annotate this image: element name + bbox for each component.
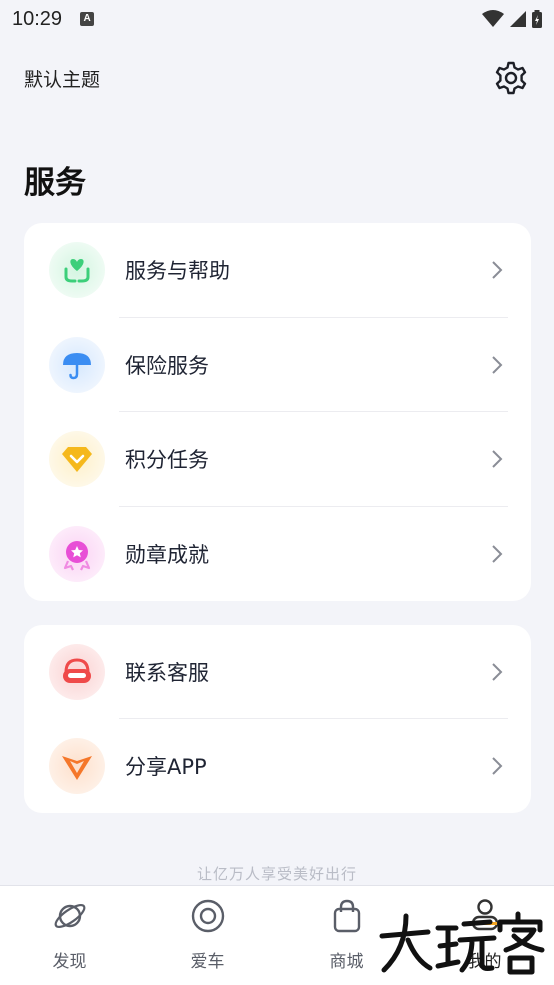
watermark-logo — [379, 911, 545, 975]
theme-label[interactable]: 默认主题 — [24, 65, 100, 92]
list-item-label: 保险服务 — [125, 353, 209, 378]
section-title: 服务 — [24, 165, 86, 201]
status-bar: 10:29 A — [0, 0, 554, 38]
chevron-right-icon — [492, 663, 503, 681]
tab-label: 爱车 — [190, 952, 225, 972]
chevron-right-icon — [492, 545, 503, 563]
status-right — [482, 10, 542, 28]
notification-badge: A — [80, 12, 95, 26]
list-item-label: 勋章成就 — [125, 542, 209, 567]
list-item-label: 分享APP — [125, 755, 207, 779]
tab-label: 发现 — [52, 952, 87, 972]
shopping-bag-icon — [333, 899, 360, 933]
list-item-medals[interactable]: 勋章成就 — [24, 507, 531, 602]
medal-icon — [49, 525, 105, 582]
share-logo-icon — [49, 738, 105, 794]
tab-my-car[interactable]: 爱车 — [138, 886, 277, 985]
list-item-label: 联系客服 — [125, 661, 209, 685]
list-item-insurance[interactable]: 保险服务 — [24, 318, 531, 412]
signal-icon — [510, 11, 526, 27]
battery-icon — [532, 10, 542, 28]
chevron-right-icon — [492, 261, 503, 279]
support-card: 联系客服 分享APP — [24, 625, 531, 813]
target-icon — [191, 899, 224, 933]
umbrella-icon — [49, 336, 105, 393]
gear-icon — [495, 61, 527, 95]
heart-hands-icon — [49, 242, 105, 299]
chevron-right-icon — [492, 450, 503, 468]
settings-button[interactable] — [492, 59, 530, 97]
list-item-label: 服务与帮助 — [125, 259, 230, 284]
status-left: 10:29 A — [12, 7, 95, 31]
list-item-service-help[interactable]: 服务与帮助 — [24, 223, 531, 318]
service-card: 服务与帮助 保险服务 积分任务 勋章成就 — [24, 223, 531, 601]
wifi-icon — [482, 10, 504, 27]
chevron-right-icon — [492, 757, 503, 775]
slogan: 让亿万人享受美好出行 — [196, 865, 357, 883]
status-time: 10:29 — [12, 7, 63, 30]
diamond-icon — [49, 431, 105, 488]
headset-icon — [49, 644, 105, 700]
list-item-customer-service[interactable]: 联系客服 — [24, 625, 531, 719]
planet-icon — [54, 903, 85, 929]
list-item-share-app[interactable]: 分享APP — [24, 719, 531, 813]
tab-discover[interactable]: 发现 — [0, 886, 139, 985]
list-item-label: 积分任务 — [125, 448, 209, 473]
list-item-points-tasks[interactable]: 积分任务 — [24, 412, 531, 507]
chevron-right-icon — [492, 356, 503, 374]
header: 默认主题 — [0, 55, 554, 101]
